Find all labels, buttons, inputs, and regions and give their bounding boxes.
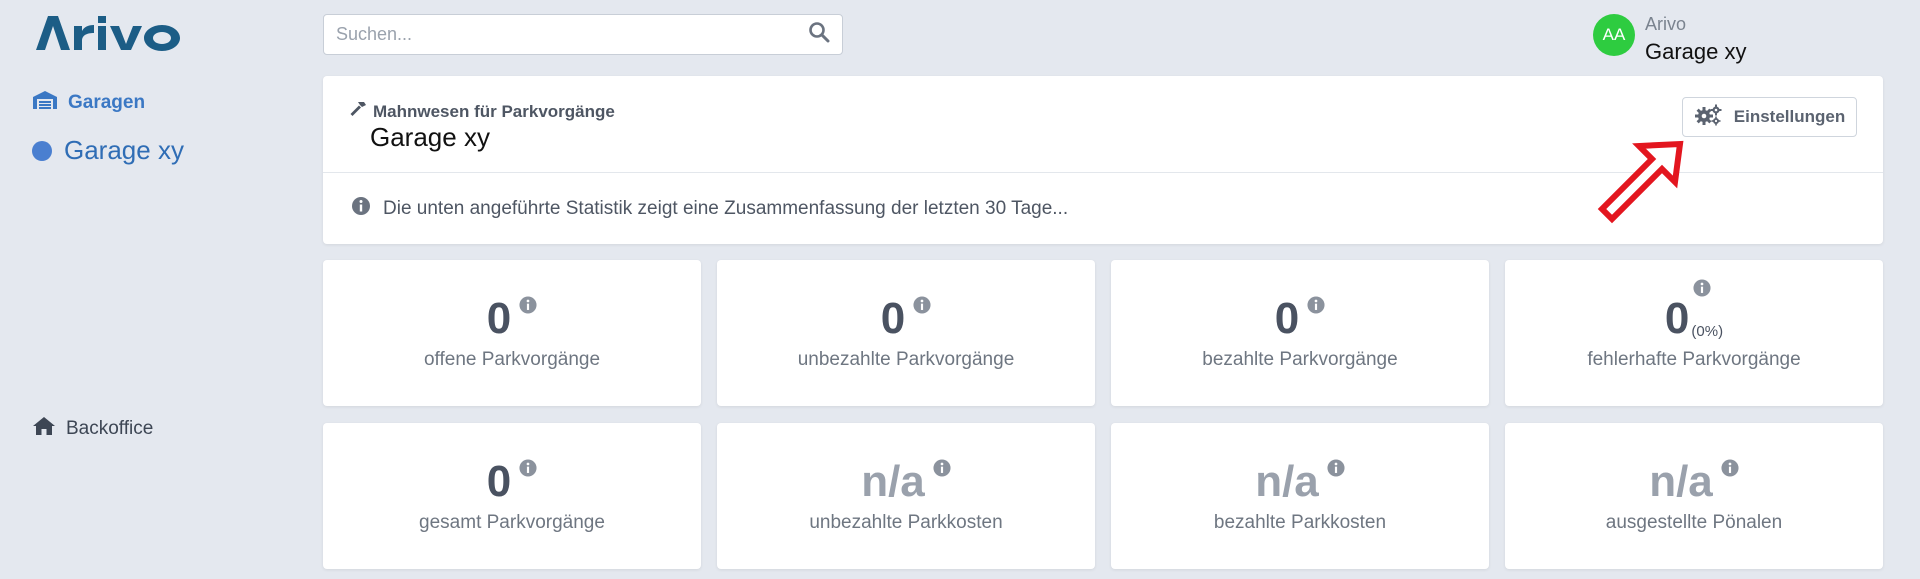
stat-value: 0 <box>486 294 512 343</box>
stat-value: n/a <box>861 457 925 506</box>
stat-card-gesamt: 0 gesamt Parkvorgänge <box>323 423 701 569</box>
user-garage: Garage xy <box>1645 39 1747 64</box>
card-subtitle-text: Mahnwesen für Parkvorgänge <box>373 101 615 121</box>
settings-button-label: Einstellungen <box>1733 107 1846 126</box>
stat-label: fehlerhafte Parkvorgänge <box>1587 349 1801 370</box>
card-subtitle: Mahnwesen für Parkvorgänge <box>349 100 615 123</box>
stat-card-offene: 0 offene Parkvorgänge <box>323 260 701 406</box>
info-line: Die unten angeführte Statistik zeigt ein… <box>351 196 1068 222</box>
annotation-arrow-icon <box>1597 140 1684 224</box>
sidebar-item-garage-xy[interactable]: Garage xy <box>32 135 184 166</box>
stat-value: 0 <box>880 294 906 343</box>
page-title: Garage xy <box>370 122 490 152</box>
logo[interactable] <box>34 14 188 52</box>
stat-label: offene Parkvorgänge <box>423 349 601 370</box>
user-menu[interactable]: AA Arivo Garage xy <box>1593 12 1747 68</box>
arivo-logo <box>36 16 180 51</box>
sidebar-item-label: Garagen <box>68 92 146 113</box>
info-icon[interactable] <box>1693 279 1711 302</box>
dot-icon <box>32 140 52 161</box>
stat-card-bezahlte: 0 bezahlte Parkvorgänge <box>1111 260 1489 406</box>
sidebar-item-label: Garage xy <box>64 135 184 165</box>
avatar[interactable]: AA <box>1593 14 1635 56</box>
user-info: Arivo Garage xy <box>1645 12 1747 68</box>
stat-label: ausgestellte Pönalen <box>1605 512 1783 533</box>
info-icon[interactable] <box>1307 296 1325 319</box>
garage-icon <box>32 90 58 116</box>
stat-value: 0 <box>486 457 512 506</box>
stat-card-fehlerhafte: 0 (0%) fehlerhafte Parkvorgänge <box>1505 260 1883 406</box>
stat-percent: (0%) <box>1691 323 1724 340</box>
info-text: Die unten angeführte Statistik zeigt ein… <box>383 198 1069 219</box>
search-input[interactable] <box>336 24 808 45</box>
hammer-icon <box>349 100 367 123</box>
info-icon <box>351 196 371 222</box>
home-icon <box>32 416 56 442</box>
stat-label: bezahlte Parkvorgänge <box>1202 349 1398 370</box>
settings-button[interactable]: Einstellungen <box>1682 97 1857 137</box>
stat-label: unbezahlte Parkkosten <box>809 512 1003 533</box>
sidebar-item-backoffice[interactable]: Backoffice <box>32 416 153 442</box>
stat-label: unbezahlte Parkvorgänge <box>797 349 1015 370</box>
info-icon[interactable] <box>519 459 537 482</box>
info-icon[interactable] <box>913 296 931 319</box>
stat-value: n/a <box>1255 457 1319 506</box>
stat-value: n/a <box>1649 457 1713 506</box>
stat-label: bezahlte Parkkosten <box>1213 512 1387 533</box>
stat-value: 0 <box>1664 294 1690 343</box>
sidebar-item-label: Backoffice <box>66 418 154 439</box>
user-name: Arivo <box>1645 14 1687 34</box>
stat-card-unbezahlte: 0 unbezahlte Parkvorgänge <box>717 260 1095 406</box>
stat-card-bezahlte-kosten: n/a bezahlte Parkkosten <box>1111 423 1489 569</box>
stat-card-poenalen: n/a ausgestellte Pönalen <box>1505 423 1883 569</box>
sidebar-item-garagen[interactable]: Garagen <box>32 90 145 116</box>
info-icon[interactable] <box>1721 459 1739 482</box>
search-icon[interactable] <box>808 21 830 48</box>
info-icon[interactable] <box>1327 459 1345 482</box>
stat-label: gesamt Parkvorgänge <box>419 512 605 533</box>
info-icon[interactable] <box>519 296 537 319</box>
stat-value: 0 <box>1274 294 1300 343</box>
info-icon[interactable] <box>933 459 951 482</box>
gears-icon <box>1694 104 1722 131</box>
stat-card-unbezahlte-kosten: n/a unbezahlte Parkkosten <box>717 423 1095 569</box>
search-box[interactable] <box>323 14 843 55</box>
